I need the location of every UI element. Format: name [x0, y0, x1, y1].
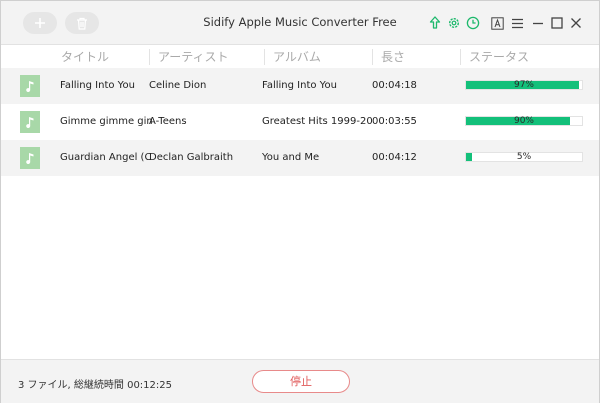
track-album: You and Me — [262, 152, 320, 163]
track-album: Greatest Hits 1999-2004 — [262, 116, 372, 127]
progress-label: 90% — [513, 116, 534, 126]
font-button[interactable] — [489, 15, 505, 31]
table-header: タイトル アーティスト アルバム 長さ ステータス — [1, 46, 599, 68]
maximize-button[interactable] — [549, 15, 565, 31]
menu-button[interactable] — [509, 15, 525, 31]
track-length: 00:04:18 — [372, 80, 417, 91]
track-title: Guardian Angel (Ch... — [60, 152, 152, 163]
track-artist: A-Teens — [149, 116, 187, 127]
app-window: Sidify Apple Music Converter Free タイトル ア… — [0, 0, 600, 403]
track-length: 00:03:55 — [372, 116, 417, 127]
track-album: Falling Into You — [262, 80, 337, 91]
column-header-status[interactable]: ステータス — [460, 49, 529, 65]
settings-button[interactable] — [446, 15, 462, 31]
progress-label: 5% — [516, 152, 532, 162]
music-note-icon — [20, 75, 40, 97]
track-title: Falling Into You — [60, 80, 135, 91]
table-row[interactable]: Guardian Angel (Ch... Declan Galbraith Y… — [1, 140, 599, 176]
column-header-artist[interactable]: アーティスト — [149, 49, 229, 65]
minimize-button[interactable] — [530, 15, 546, 31]
title-bar: Sidify Apple Music Converter Free — [1, 1, 599, 45]
font-icon — [490, 16, 504, 30]
music-note-icon — [20, 147, 40, 169]
status-summary: 3 ファイル, 総継続時間 00:12:25 — [18, 380, 172, 391]
close-icon — [571, 18, 581, 28]
table-row[interactable]: Falling Into You Celine Dion Falling Int… — [1, 68, 599, 104]
track-artist: Celine Dion — [149, 80, 207, 91]
maximize-icon — [551, 17, 563, 29]
stop-button[interactable]: 停止 — [252, 370, 350, 393]
column-header-album[interactable]: アルバム — [264, 49, 321, 65]
upload-button[interactable] — [427, 15, 443, 31]
music-note-icon — [20, 111, 40, 133]
footer-bar: 3 ファイル, 総継続時間 00:12:25 停止 — [1, 359, 599, 403]
close-button[interactable] — [568, 15, 584, 31]
progress-bar: 90% — [465, 116, 583, 126]
table-row[interactable]: Gimme gimme gim... A-Teens Greatest Hits… — [1, 104, 599, 140]
column-header-length[interactable]: 長さ — [372, 49, 405, 65]
progress-bar: 5% — [465, 152, 583, 162]
menu-icon — [511, 18, 523, 28]
progress-bar: 97% — [465, 80, 583, 90]
upload-icon — [429, 16, 441, 29]
gear-icon — [448, 17, 460, 29]
progress-label: 97% — [513, 80, 534, 90]
column-header-title[interactable]: タイトル — [53, 49, 109, 65]
track-title: Gimme gimme gim... — [60, 116, 152, 127]
history-button[interactable] — [465, 15, 481, 31]
track-artist: Declan Galbraith — [149, 152, 234, 163]
track-length: 00:04:12 — [372, 152, 417, 163]
minimize-icon — [533, 22, 543, 25]
clock-icon — [466, 16, 480, 30]
